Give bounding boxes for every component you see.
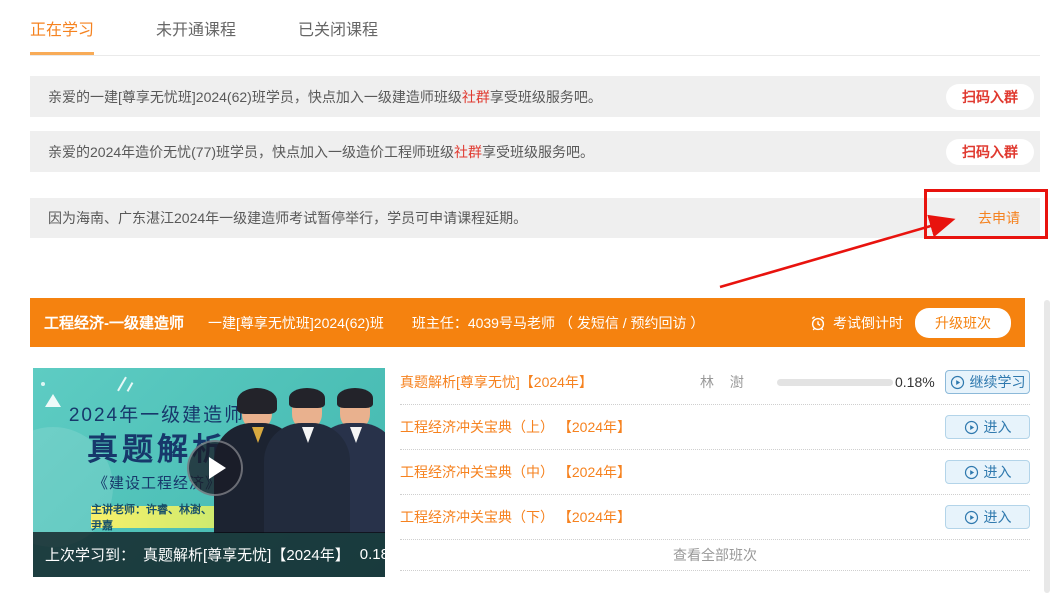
- view-all-classes-link[interactable]: 查看全部班次: [400, 540, 1030, 571]
- contact-options-link[interactable]: （ 发短信 / 预约回访 ）: [559, 313, 704, 333]
- course-row: 工程经济冲关宝典（中） 【2024年】 进入: [400, 450, 1030, 495]
- course-title-link[interactable]: 真题解析[尊享无忧]【2024年】: [400, 372, 593, 392]
- slash-decoration: [127, 382, 134, 392]
- last-learned-course: 真题解析[尊享无忧]【2024年】: [143, 544, 350, 565]
- apply-extension-link[interactable]: 去申请: [978, 208, 1020, 228]
- progress-percent: 0.18%: [895, 374, 935, 390]
- tab-closed[interactable]: 已关闭课程: [298, 0, 378, 55]
- course-title-link[interactable]: 工程经济冲关宝典（中） 【2024年】: [400, 462, 631, 482]
- exam-countdown-link[interactable]: 考试倒计时: [833, 313, 903, 333]
- video-thumbnail[interactable]: 2024年一级建造师 真题解析 《建设工程经济》 主讲老师：许睿、林澍、尹嘉 上…: [33, 368, 385, 577]
- class-manager: 班主任：4039号马老师: [412, 313, 555, 333]
- notice-bar-postpone: 因为海南、广东湛江2024年一级建造师考试暂停举行，学员可申请课程延期。 去申请: [30, 198, 1040, 238]
- notice-highlight: 社群: [454, 144, 482, 160]
- play-circle-icon: [964, 510, 979, 525]
- notice-highlight: 社群: [462, 89, 490, 105]
- progress-bar: [777, 379, 893, 386]
- play-circle-icon: [964, 465, 979, 480]
- slash-decoration: [117, 377, 127, 392]
- course-list: 真题解析[尊享无忧]【2024年】 林 澍 0.18% 继续学习 工程经济冲关宝…: [400, 360, 1030, 571]
- course-tabs: 正在学习 未开通课程 已关闭课程: [30, 0, 1040, 56]
- thumbnail-teachers-band: 主讲老师：许睿、林澍、尹嘉: [91, 506, 219, 528]
- teacher-name: 林 澍: [700, 372, 750, 392]
- course-row: 工程经济冲关宝典（下） 【2024年】 进入: [400, 495, 1030, 540]
- tab-not-opened[interactable]: 未开通课程: [156, 0, 236, 55]
- notice-bar-group1: 亲爱的一建[尊享无忧班]2024(62)班学员，快点加入一级建造师班级社群享受班…: [30, 76, 1040, 117]
- enter-course-button[interactable]: 进入: [945, 505, 1030, 529]
- alarm-clock-icon: [809, 314, 827, 332]
- play-button[interactable]: [187, 440, 243, 496]
- scan-qr-join-button[interactable]: 扫码入群: [946, 84, 1034, 110]
- tab-learning[interactable]: 正在学习: [30, 0, 94, 55]
- scan-qr-join-button[interactable]: 扫码入群: [946, 139, 1034, 165]
- last-learned-label: 上次学习到：: [45, 544, 135, 565]
- play-icon: [209, 457, 226, 479]
- course-title-link[interactable]: 工程经济冲关宝典（上） 【2024年】: [400, 417, 631, 437]
- notice-text: 因为海南、广东湛江2024年一级建造师考试暂停举行，学员可申请课程延期。: [48, 208, 527, 228]
- course-row: 工程经济冲关宝典（上） 【2024年】 进入: [400, 405, 1030, 450]
- play-circle-icon: [964, 420, 979, 435]
- dot-decoration: [41, 382, 45, 386]
- class-name: 一建[尊享无忧班]2024(62)班: [208, 313, 384, 333]
- teacher-figure: [261, 393, 353, 533]
- play-circle-icon: [950, 375, 965, 390]
- course-title-link[interactable]: 工程经济冲关宝典（下） 【2024年】: [400, 507, 631, 527]
- learning-dashboard-page: 正在学习 未开通课程 已关闭课程 亲爱的一建[尊享无忧班]2024(62)班学员…: [0, 0, 1052, 593]
- notice-text: 亲爱的一建[尊享无忧班]2024(62)班学员，快点加入一级建造师班级社群享受班…: [48, 87, 602, 107]
- vertical-scrollbar[interactable]: [1044, 300, 1050, 593]
- course-row: 真题解析[尊享无忧]【2024年】 林 澍 0.18% 继续学习: [400, 360, 1030, 405]
- header-right-group: 考试倒计时 升级班次: [809, 308, 1011, 338]
- continue-learning-button[interactable]: 继续学习: [945, 370, 1030, 394]
- last-learned-bar: 上次学习到： 真题解析[尊享无忧]【2024年】 0.18%: [33, 532, 385, 577]
- course-header-bar: 工程经济-一级建造师 一建[尊享无忧班]2024(62)班 班主任：4039号马…: [30, 298, 1025, 347]
- last-learned-progress: 0.18%: [360, 546, 385, 563]
- notice-bar-group2: 亲爱的2024年造价无忧(77)班学员，快点加入一级造价工程师班级社群享受班级服…: [30, 131, 1040, 172]
- course-subject-title: 工程经济-一级建造师: [44, 312, 184, 333]
- enter-course-button[interactable]: 进入: [945, 460, 1030, 484]
- notice-text: 亲爱的2024年造价无忧(77)班学员，快点加入一级造价工程师班级社群享受班级服…: [48, 142, 594, 162]
- enter-course-button[interactable]: 进入: [945, 415, 1030, 439]
- upgrade-class-button[interactable]: 升级班次: [915, 308, 1011, 338]
